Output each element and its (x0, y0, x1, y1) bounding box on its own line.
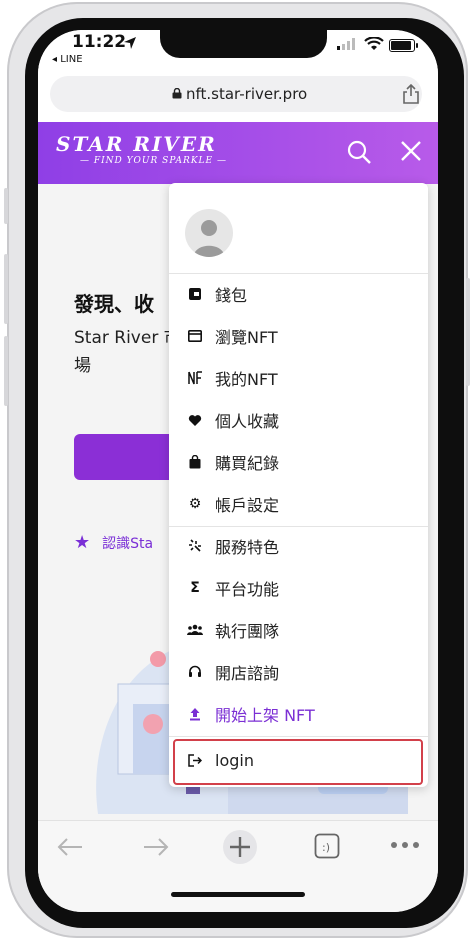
mute-switch (4, 188, 8, 224)
avatar[interactable] (185, 209, 233, 257)
menu-divider (169, 526, 428, 527)
upload-icon (185, 707, 205, 721)
user-dropdown-menu: 錢包 瀏覽NFT 我的NFT 個人收藏 購買紀錄 ⚙ 帳戶設定 服務特色 Σ 平… (169, 183, 428, 787)
url-text[interactable]: nft.star-river.pro (186, 85, 307, 103)
back-arrow-icon[interactable] (56, 835, 84, 859)
address-bar[interactable]: nft.star-river.pro (50, 76, 422, 112)
shopping-bag-icon (185, 455, 205, 469)
share-icon[interactable] (402, 84, 420, 104)
battery-icon (389, 39, 418, 52)
heart-icon (185, 414, 205, 427)
volume-up-button (4, 254, 8, 324)
browser-toolbar: :) (38, 820, 438, 912)
gear-icon: ⚙ (188, 496, 202, 512)
menu-item-purchase-history[interactable]: 購買紀錄 (169, 445, 428, 479)
menu-item-my-nft[interactable]: 我的NFT (169, 361, 428, 395)
menu-item-list-nft[interactable]: 開始上架 NFT (169, 697, 428, 731)
team-icon (185, 624, 205, 636)
home-indicator (171, 892, 305, 897)
screen: 11:22 ◂ LINE nft.star-river.pro STAR RIV… (38, 30, 438, 912)
menu-item-platform-features[interactable]: Σ 平台功能 (169, 571, 428, 605)
power-button (466, 278, 470, 386)
forward-arrow-icon[interactable] (142, 835, 170, 859)
menu-divider (169, 273, 428, 274)
star-icon: ★ (74, 532, 91, 553)
menu-item-wallet[interactable]: 錢包 (169, 277, 428, 311)
location-arrow-icon (124, 37, 136, 49)
wifi-icon (364, 37, 384, 50)
menu-item-account-settings[interactable]: ⚙ 帳戶設定 (169, 487, 428, 521)
sigma-icon: Σ (190, 580, 200, 596)
hero-subtitle: Star River 市場 (74, 328, 181, 376)
more-options-icon[interactable] (390, 841, 420, 849)
browse-card-icon (185, 330, 205, 342)
site-logo[interactable]: STAR RIVER — FIND YOUR SPARKLE — (56, 132, 227, 166)
sparkle-icon (185, 539, 205, 553)
new-tab-plus-icon[interactable] (222, 829, 258, 865)
nft-icon (185, 371, 205, 385)
hero-title: 發現、收 (74, 292, 154, 316)
wallet-icon (185, 287, 205, 301)
menu-divider (169, 736, 428, 737)
about-link[interactable]: ★ 認識Sta (74, 532, 153, 553)
search-icon[interactable] (346, 139, 372, 165)
headset-icon (185, 665, 205, 679)
lock-icon (172, 88, 182, 99)
site-header: STAR RIVER — FIND YOUR SPARKLE — (38, 122, 438, 184)
login-button[interactable]: login (169, 743, 428, 777)
menu-item-store-consult[interactable]: 開店諮詢 (169, 655, 428, 689)
tabs-icon[interactable]: :) (314, 833, 340, 859)
back-to-app-link[interactable]: ◂ LINE (52, 54, 83, 65)
status-time: 11:22 (72, 32, 127, 52)
close-icon[interactable] (400, 140, 422, 162)
menu-item-favorites[interactable]: 個人收藏 (169, 403, 428, 437)
menu-item-browse-nft[interactable]: 瀏覽NFT (169, 319, 428, 353)
menu-item-team[interactable]: 執行團隊 (169, 613, 428, 647)
volume-down-button (4, 336, 8, 406)
login-icon (185, 753, 205, 767)
notch (160, 30, 327, 58)
svg-text::): :) (322, 841, 330, 854)
menu-item-service-features[interactable]: 服務特色 (169, 529, 428, 563)
cellular-signal-icon (337, 38, 355, 50)
